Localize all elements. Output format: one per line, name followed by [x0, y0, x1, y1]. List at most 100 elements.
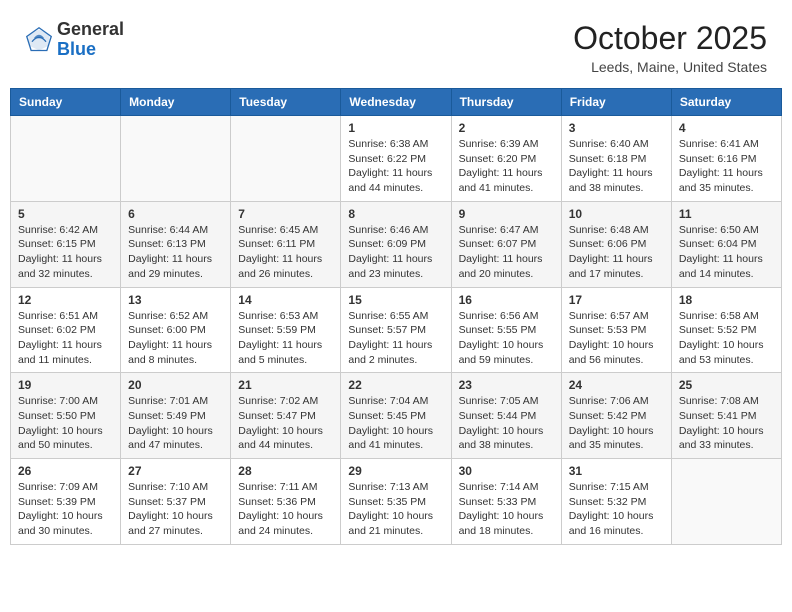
calendar-cell: 7 Sunrise: 6:45 AMSunset: 6:11 PMDaylight… — [231, 201, 341, 287]
day-info: Sunrise: 6:39 AMSunset: 6:20 PMDaylight:… — [459, 137, 554, 196]
calendar-header: SundayMondayTuesdayWednesdayThursdayFrid… — [11, 89, 782, 116]
calendar-cell: 24Sunrise: 7:06 AMSunset: 5:42 PMDayligh… — [561, 373, 671, 459]
calendar-cell: 29 Sunrise: 7:13 AMSunset: 5:35 PMDayligh… — [341, 459, 451, 545]
calendar-cell: 2 Sunrise: 6:39 AMSunset: 6:20 PMDaylight… — [451, 116, 561, 202]
day-info: Sunrise: 7:10 AMSunset: 5:37 PMDaylight:… — [128, 480, 223, 539]
month-title: October 2025 — [573, 20, 767, 57]
day-number: 7 — [238, 207, 333, 221]
calendar-cell: 22 Sunrise: 7:04 AMSunset: 5:45 PMDayligh… — [341, 373, 451, 459]
day-info: Sunrise: 6:57 AMSunset: 5:53 PMDaylight:… — [569, 309, 664, 368]
header-day-wednesday: Wednesday — [341, 89, 451, 116]
calendar-cell: 5 Sunrise: 6:42 AMSunset: 6:15 PMDaylight… — [11, 201, 121, 287]
day-info: Sunrise: 7:05 AMSunset: 5:44 PMDaylight:… — [459, 394, 554, 453]
logo-icon — [25, 26, 53, 54]
calendar-cell: 10 Sunrise: 6:48 AMSunset: 6:06 PMDayligh… — [561, 201, 671, 287]
day-info: Sunrise: 6:40 AMSunset: 6:18 PMDaylight:… — [569, 137, 664, 196]
day-info: Sunrise: 6:58 AMSunset: 5:52 PMDaylight:… — [679, 309, 774, 368]
location: Leeds, Maine, United States — [573, 59, 767, 75]
day-info: Sunrise: 6:47 AMSunset: 6:07 PMDaylight:… — [459, 223, 554, 282]
day-number: 28 — [238, 464, 333, 478]
day-number: 27 — [128, 464, 223, 478]
day-info: Sunrise: 7:00 AMSunset: 5:50 PMDaylight:… — [18, 394, 113, 453]
day-info: Sunrise: 6:50 AMSunset: 6:04 PMDaylight:… — [679, 223, 774, 282]
calendar-cell: 4Sunrise: 6:41 AMSunset: 6:16 PMDaylight… — [671, 116, 781, 202]
calendar-cell: 17Sunrise: 6:57 AMSunset: 5:53 PMDayligh… — [561, 287, 671, 373]
calendar-cell: 14 Sunrise: 6:53 AMSunset: 5:59 PMDayligh… — [231, 287, 341, 373]
calendar-week-3: 12 Sunrise: 6:51 AMSunset: 6:02 PMDayligh… — [11, 287, 782, 373]
day-info: Sunrise: 7:15 AMSunset: 5:32 PMDaylight:… — [569, 480, 664, 539]
day-number: 4 — [679, 121, 774, 135]
day-info: Sunrise: 6:55 AMSunset: 5:57 PMDaylight:… — [348, 309, 443, 368]
day-info: Sunrise: 6:56 AMSunset: 5:55 PMDaylight:… — [459, 309, 554, 368]
day-info: Sunrise: 7:14 AMSunset: 5:33 PMDaylight:… — [459, 480, 554, 539]
calendar-cell: 23 Sunrise: 7:05 AMSunset: 5:44 PMDayligh… — [451, 373, 561, 459]
day-info: Sunrise: 6:42 AMSunset: 6:15 PMDaylight:… — [18, 223, 113, 282]
day-info: Sunrise: 6:51 AMSunset: 6:02 PMDaylight:… — [18, 309, 113, 368]
day-info: Sunrise: 7:11 AMSunset: 5:36 PMDaylight:… — [238, 480, 333, 539]
title-block: October 2025 Leeds, Maine, United States — [573, 20, 767, 75]
day-number: 19 — [18, 378, 113, 392]
day-number: 12 — [18, 293, 113, 307]
calendar-week-5: 26Sunrise: 7:09 AMSunset: 5:39 PMDayligh… — [11, 459, 782, 545]
day-number: 29 — [348, 464, 443, 478]
calendar-week-1: 1 Sunrise: 6:38 AMSunset: 6:22 PMDaylight… — [11, 116, 782, 202]
calendar-cell — [671, 459, 781, 545]
day-number: 10 — [569, 207, 664, 221]
calendar-body: 1 Sunrise: 6:38 AMSunset: 6:22 PMDaylight… — [11, 116, 782, 545]
header-day-thursday: Thursday — [451, 89, 561, 116]
day-number: 14 — [238, 293, 333, 307]
day-number: 25 — [679, 378, 774, 392]
calendar-cell: 1 Sunrise: 6:38 AMSunset: 6:22 PMDaylight… — [341, 116, 451, 202]
day-info: Sunrise: 6:46 AMSunset: 6:09 PMDaylight:… — [348, 223, 443, 282]
header-row: SundayMondayTuesdayWednesdayThursdayFrid… — [11, 89, 782, 116]
day-number: 11 — [679, 207, 774, 221]
day-number: 15 — [348, 293, 443, 307]
calendar-cell: 26Sunrise: 7:09 AMSunset: 5:39 PMDayligh… — [11, 459, 121, 545]
calendar-week-2: 5 Sunrise: 6:42 AMSunset: 6:15 PMDaylight… — [11, 201, 782, 287]
calendar-table: SundayMondayTuesdayWednesdayThursdayFrid… — [10, 88, 782, 545]
day-number: 23 — [459, 378, 554, 392]
calendar-cell: 16 Sunrise: 6:56 AMSunset: 5:55 PMDayligh… — [451, 287, 561, 373]
header-day-sunday: Sunday — [11, 89, 121, 116]
day-number: 16 — [459, 293, 554, 307]
calendar-week-4: 19 Sunrise: 7:00 AMSunset: 5:50 PMDayligh… — [11, 373, 782, 459]
day-number: 21 — [238, 378, 333, 392]
day-info: Sunrise: 7:04 AMSunset: 5:45 PMDaylight:… — [348, 394, 443, 453]
calendar-cell: 19 Sunrise: 7:00 AMSunset: 5:50 PMDayligh… — [11, 373, 121, 459]
day-number: 6 — [128, 207, 223, 221]
day-info: Sunrise: 7:09 AMSunset: 5:39 PMDaylight:… — [18, 480, 113, 539]
day-number: 2 — [459, 121, 554, 135]
calendar-cell — [231, 116, 341, 202]
calendar-cell — [11, 116, 121, 202]
logo-text: General Blue — [57, 20, 124, 60]
calendar-cell: 31Sunrise: 7:15 AMSunset: 5:32 PMDayligh… — [561, 459, 671, 545]
day-number: 22 — [348, 378, 443, 392]
day-number: 24 — [569, 378, 664, 392]
day-number: 30 — [459, 464, 554, 478]
header-day-monday: Monday — [121, 89, 231, 116]
logo-blue: Blue — [57, 39, 96, 59]
day-info: Sunrise: 6:45 AMSunset: 6:11 PMDaylight:… — [238, 223, 333, 282]
day-number: 13 — [128, 293, 223, 307]
header-day-saturday: Saturday — [671, 89, 781, 116]
day-info: Sunrise: 6:48 AMSunset: 6:06 PMDaylight:… — [569, 223, 664, 282]
calendar-cell: 20Sunrise: 7:01 AMSunset: 5:49 PMDayligh… — [121, 373, 231, 459]
calendar-cell: 28 Sunrise: 7:11 AMSunset: 5:36 PMDayligh… — [231, 459, 341, 545]
day-number: 9 — [459, 207, 554, 221]
day-info: Sunrise: 7:13 AMSunset: 5:35 PMDaylight:… — [348, 480, 443, 539]
calendar-cell: 9 Sunrise: 6:47 AMSunset: 6:07 PMDaylight… — [451, 201, 561, 287]
day-info: Sunrise: 6:38 AMSunset: 6:22 PMDaylight:… — [348, 137, 443, 196]
calendar-cell: 18Sunrise: 6:58 AMSunset: 5:52 PMDayligh… — [671, 287, 781, 373]
day-number: 5 — [18, 207, 113, 221]
day-info: Sunrise: 6:53 AMSunset: 5:59 PMDaylight:… — [238, 309, 333, 368]
logo-general: General — [57, 19, 124, 39]
calendar-cell: 13Sunrise: 6:52 AMSunset: 6:00 PMDayligh… — [121, 287, 231, 373]
calendar-cell: 27 Sunrise: 7:10 AMSunset: 5:37 PMDayligh… — [121, 459, 231, 545]
header-day-tuesday: Tuesday — [231, 89, 341, 116]
day-number: 20 — [128, 378, 223, 392]
day-number: 1 — [348, 121, 443, 135]
day-info: Sunrise: 6:44 AMSunset: 6:13 PMDaylight:… — [128, 223, 223, 282]
calendar-cell: 8Sunrise: 6:46 AMSunset: 6:09 PMDaylight… — [341, 201, 451, 287]
day-info: Sunrise: 7:08 AMSunset: 5:41 PMDaylight:… — [679, 394, 774, 453]
header-day-friday: Friday — [561, 89, 671, 116]
